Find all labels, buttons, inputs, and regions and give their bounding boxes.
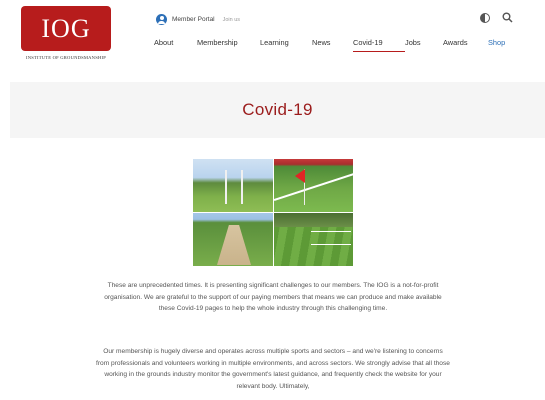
nav-item-jobs[interactable]: Jobs: [405, 38, 443, 47]
main-nav: About Membership Learning News Covid-19 Jobs A…: [154, 38, 518, 52]
logo-subtitle: INSTITUTE OF GROUNDSMANSHIP: [26, 55, 106, 60]
join-link[interactable]: Join us: [223, 17, 240, 23]
hero-image-grid: [193, 159, 353, 266]
racecourse-image: [273, 213, 353, 266]
nav-item-awards[interactable]: Awards: [443, 38, 488, 47]
nav-item-about[interactable]: About: [154, 38, 197, 47]
page-title: Covid-19: [242, 100, 313, 119]
member-portal-link[interactable]: Member Portal Join us: [156, 14, 240, 25]
header-tools: [480, 12, 513, 23]
user-icon: [156, 14, 167, 25]
rugby-pitch-image: [193, 159, 273, 212]
nav-item-covid-19[interactable]: Covid-19: [353, 38, 405, 52]
nav-item-news[interactable]: News: [312, 38, 353, 47]
title-band: Covid-19: [10, 82, 545, 138]
nav-item-membership[interactable]: Membership: [197, 38, 260, 47]
member-portal-label: Member Portal: [172, 16, 215, 23]
intro-paragraph: These are unprecedented times. It is pre…: [104, 282, 442, 313]
football-corner-image: [273, 159, 353, 212]
search-icon[interactable]: [502, 12, 513, 23]
contrast-icon[interactable]: [480, 12, 490, 23]
logo-text: IOG: [41, 13, 91, 43]
logo[interactable]: IOG INSTITUTE OF GROUNDSMANSHIP: [18, 6, 114, 66]
membership-paragraph: Our membership is hugely diverse and ope…: [96, 348, 450, 390]
nav-item-shop[interactable]: Shop: [488, 38, 518, 47]
site-header: IOG INSTITUTE OF GROUNDSMANSHIP Member P…: [0, 0, 545, 80]
nav-item-learning[interactable]: Learning: [260, 38, 312, 47]
cricket-pitch-image: [193, 213, 273, 266]
logo-box: IOG: [21, 6, 111, 51]
